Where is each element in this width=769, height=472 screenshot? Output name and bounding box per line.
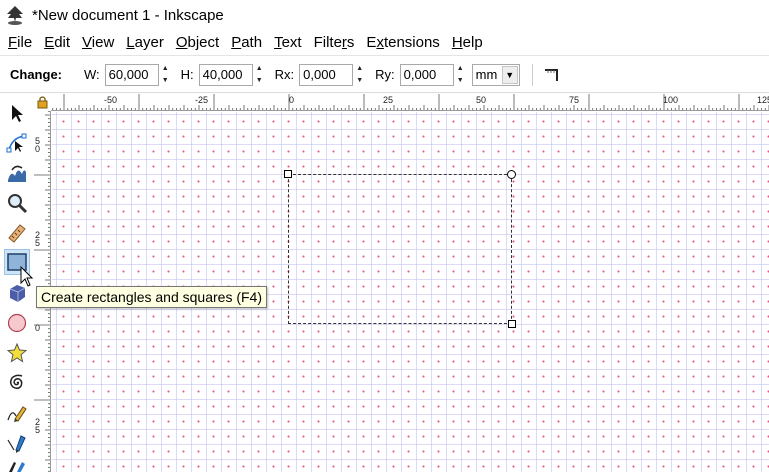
step-up-icon[interactable]: ▲ xyxy=(455,64,466,74)
ry-label: Ry: xyxy=(375,67,395,82)
ry-spinbox: ▲▼ xyxy=(399,63,466,86)
tweak-icon xyxy=(8,165,26,182)
lock-icon[interactable] xyxy=(34,94,51,111)
rectangle-drag-outline xyxy=(288,174,512,324)
circle-tool[interactable] xyxy=(4,310,30,336)
step-down-icon[interactable]: ▼ xyxy=(160,76,171,86)
toolbar-separator xyxy=(531,63,533,86)
unit-select[interactable]: mm ▼ xyxy=(471,63,520,86)
resize-handle[interactable] xyxy=(508,320,516,328)
tweak-tool[interactable] xyxy=(4,160,30,186)
circle-icon xyxy=(7,313,27,333)
step-down-icon[interactable]: ▼ xyxy=(354,76,365,86)
node-edit-icon xyxy=(6,133,27,153)
height-label: H: xyxy=(180,67,194,82)
ruler-label: -50 xyxy=(104,95,118,105)
pen-tool[interactable] xyxy=(4,430,30,456)
rx-label: Rx: xyxy=(274,67,295,82)
menu-text[interactable]: Text xyxy=(268,32,308,54)
measure-tool[interactable] xyxy=(4,220,30,246)
menu-bar: File Edit View Layer Object Path Text Fi… xyxy=(0,30,769,56)
ruler-label: 100 xyxy=(663,95,679,105)
chevron-down-icon[interactable]: ▼ xyxy=(501,65,518,84)
menu-extensions[interactable]: Extensions xyxy=(360,32,445,54)
menu-object[interactable]: Object xyxy=(170,32,225,54)
ruler-label: 50 xyxy=(476,95,487,105)
step-down-icon[interactable]: ▼ xyxy=(455,76,466,86)
rectangle-corner-reset-icon[interactable] xyxy=(543,67,561,83)
calligraphy-icon xyxy=(9,462,25,472)
menu-view[interactable]: View xyxy=(76,32,120,54)
ruler-label: 25 xyxy=(383,95,394,105)
ruler-label: 125 xyxy=(757,95,769,105)
title-bar: *New document 1 - Inkscape xyxy=(0,0,769,30)
menu-edit[interactable]: Edit xyxy=(38,32,76,54)
ruler-label: 2 5 xyxy=(35,230,41,248)
unit-value: mm xyxy=(475,67,498,82)
magnifier-icon xyxy=(8,194,28,214)
selector-tool[interactable] xyxy=(4,100,30,126)
menu-file[interactable]: File xyxy=(2,32,38,54)
menu-layer[interactable]: Layer xyxy=(120,32,170,54)
height-stepper[interactable]: ▲ ▼ xyxy=(254,64,265,86)
ry-stepper[interactable]: ▲ ▼ xyxy=(455,64,466,86)
menu-path[interactable]: Path xyxy=(225,32,268,54)
ruler-label: 0 xyxy=(35,323,41,333)
ruler-label: 5 0 xyxy=(35,136,41,154)
horizontal-ruler[interactable]: -50 -25 0 25 50 75 100 125 xyxy=(51,94,769,111)
menu-filters[interactable]: Filters xyxy=(308,32,361,54)
step-up-icon[interactable]: ▲ xyxy=(354,64,365,74)
tool-tooltip: Create rectangles and squares (F4) xyxy=(36,286,267,308)
ruler-label: 0 xyxy=(289,95,295,105)
change-label: Change: xyxy=(10,67,62,82)
ry-input[interactable] xyxy=(399,63,454,86)
tool-controls-bar: Change: W: ▲▼ H: ▲▼ Rx: ▲▼ Ry: ▲▼ mm ▼ xyxy=(0,57,769,93)
corner-radius-handle[interactable] xyxy=(507,170,516,179)
rx-stepper[interactable]: ▲ ▼ xyxy=(354,64,365,86)
ruler-icon xyxy=(8,224,26,243)
ruler-label: 2 5 xyxy=(35,417,41,435)
step-down-icon[interactable]: ▼ xyxy=(254,76,265,86)
mouse-cursor-icon xyxy=(20,266,34,287)
width-stepper[interactable]: ▲ ▼ xyxy=(160,64,171,86)
spiral-icon xyxy=(9,374,23,390)
zoom-tool[interactable] xyxy=(4,190,30,216)
ruler-corner xyxy=(34,94,51,111)
window-title: *New document 1 - Inkscape xyxy=(32,6,224,24)
calligraphy-tool[interactable] xyxy=(4,456,30,472)
width-spinbox: ▲▼ xyxy=(104,63,171,86)
arrow-pointer-icon xyxy=(12,105,23,122)
rx-input[interactable] xyxy=(299,63,354,86)
step-up-icon[interactable]: ▲ xyxy=(254,64,265,74)
height-spinbox: ▲▼ xyxy=(198,63,265,86)
star-tool[interactable] xyxy=(4,340,30,366)
resize-handle[interactable] xyxy=(284,170,292,178)
star-icon xyxy=(6,342,28,363)
ruler-label: -25 xyxy=(195,95,209,105)
inkscape-logo-icon xyxy=(7,6,23,25)
width-input[interactable] xyxy=(104,63,159,86)
width-label: W: xyxy=(84,67,100,82)
node-tool[interactable] xyxy=(4,130,30,156)
menu-help[interactable]: Help xyxy=(446,32,489,54)
pencil-icon xyxy=(7,406,27,422)
ruler-label: 75 xyxy=(569,95,580,105)
step-up-icon[interactable]: ▲ xyxy=(160,64,171,74)
spiral-tool[interactable] xyxy=(4,370,30,396)
horizontal-ruler-ticks xyxy=(52,94,769,110)
height-input[interactable] xyxy=(198,63,253,86)
rx-spinbox: ▲▼ xyxy=(299,63,365,86)
pencil-tool[interactable] xyxy=(4,400,30,426)
pen-icon xyxy=(7,435,26,453)
